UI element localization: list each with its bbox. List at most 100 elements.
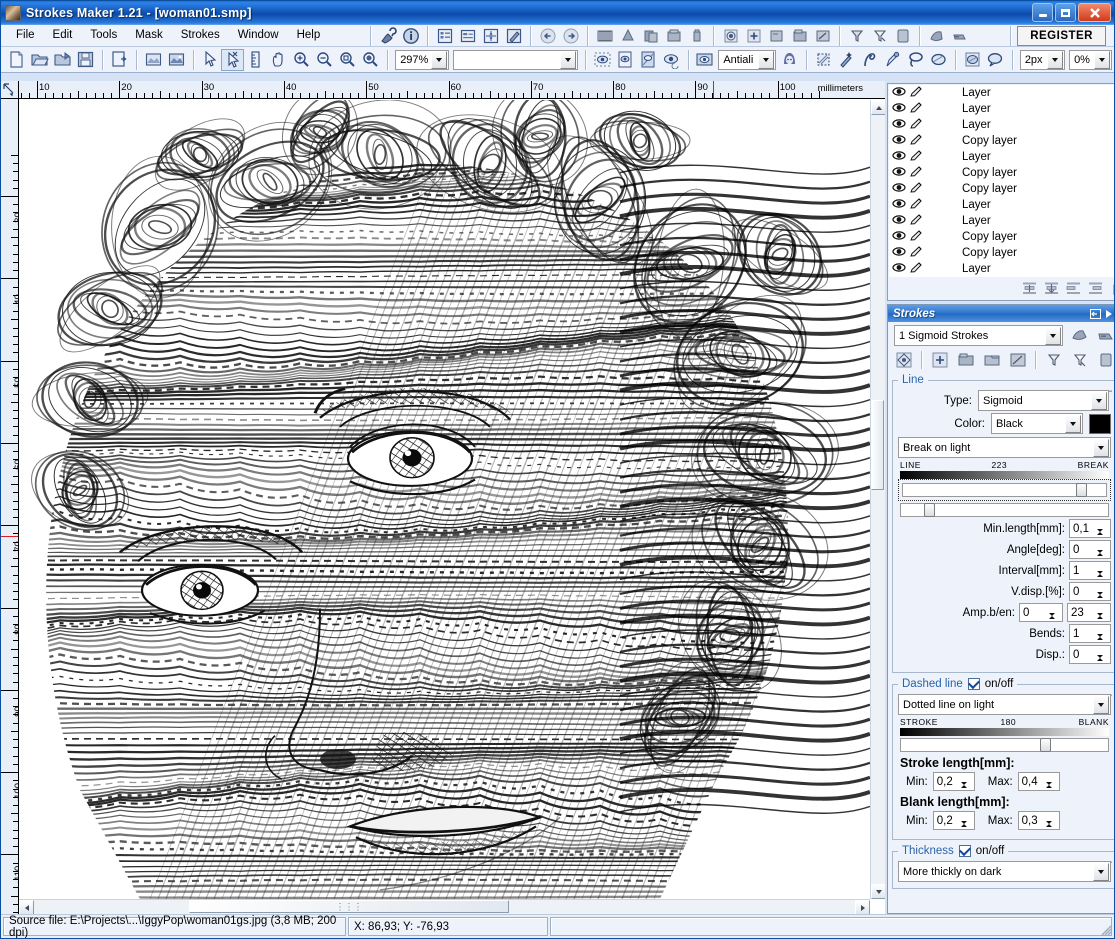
menu-strokes[interactable]: Strokes — [172, 26, 229, 45]
dashed-mode-combo[interactable]: Dotted line on light — [898, 694, 1111, 715]
disp-down[interactable] — [1097, 655, 1110, 670]
amp-b-en-spinner[interactable]: 0 — [1019, 603, 1063, 628]
stroke-min-spinner[interactable]: 0,2 — [932, 772, 975, 797]
layer-edit-toggle[interactable] — [909, 197, 926, 213]
align-top-icon-button[interactable] — [1019, 279, 1039, 298]
layer-row[interactable]: Layer — [889, 101, 1114, 117]
chevron-down-icon[interactable] — [1093, 862, 1109, 881]
curl-tool-icon-button[interactable] — [858, 49, 881, 71]
preview-region-icon-button[interactable] — [591, 49, 614, 71]
dashed-onoff-checkbox[interactable] — [967, 678, 980, 690]
layer-row[interactable]: Copy layer — [889, 229, 1114, 245]
disc-icon-button[interactable] — [961, 49, 984, 71]
edit-image-icon-button[interactable] — [502, 25, 525, 47]
layer-edit-toggle[interactable] — [909, 165, 926, 181]
interval-mm-spinner[interactable]: 1 — [1069, 561, 1111, 586]
amp-b-en-2-spinner[interactable]: 23 — [1067, 603, 1111, 628]
measure-icon-button[interactable] — [244, 49, 267, 71]
zoom-fit-icon-button[interactable] — [336, 49, 359, 71]
zoom-out-icon-button[interactable] — [313, 49, 336, 71]
line-slider-2-thumb[interactable] — [923, 503, 935, 517]
bends-spinner[interactable]: 1 — [1069, 624, 1111, 649]
pen-width-combo[interactable]: 2px — [1019, 49, 1066, 70]
stroke-preset-combo[interactable]: 1 Sigmoid Strokes — [894, 325, 1063, 346]
layer-edit-toggle[interactable] — [909, 213, 926, 229]
color-swatch[interactable] — [1089, 413, 1111, 434]
hatch-icon-button[interactable] — [593, 25, 616, 47]
duplicate-icon-button[interactable] — [616, 25, 639, 47]
save-icon-button[interactable] — [74, 49, 97, 71]
menu-help[interactable]: Help — [288, 26, 330, 45]
menu-file[interactable]: File — [7, 26, 44, 45]
ungroup-icon-button[interactable] — [811, 25, 834, 47]
layer-visibility-toggle[interactable] — [892, 181, 909, 197]
funnel-icon-button[interactable] — [1042, 349, 1065, 370]
merge-icon-button[interactable] — [1085, 279, 1105, 298]
antialias-icon-button[interactable] — [693, 49, 716, 71]
line-mode-combo[interactable]: Break on light — [898, 437, 1111, 458]
forward-icon-button[interactable] — [559, 25, 582, 47]
shape-icon-button[interactable] — [925, 25, 948, 47]
line-slider-1[interactable] — [902, 483, 1107, 497]
line-slider-2[interactable] — [900, 503, 1109, 517]
new-icon-button[interactable] — [5, 49, 28, 71]
layer-visibility-toggle[interactable] — [892, 117, 909, 133]
zoom-actual-icon-button[interactable] — [359, 49, 382, 71]
thickness-onoff-checkbox[interactable] — [958, 845, 971, 857]
layer-edit-toggle[interactable] — [909, 85, 926, 101]
blob-icon-button[interactable] — [984, 49, 1007, 71]
properties-icon-button[interactable] — [456, 25, 479, 47]
layer-visibility-toggle[interactable] — [892, 149, 909, 165]
chevron-down-icon[interactable] — [1045, 326, 1061, 345]
add-folder-icon-button[interactable] — [954, 349, 977, 370]
horizontal-ruler[interactable]: 10 20 30 40 50 60 70 80 90 100 millimeters — [19, 81, 885, 99]
layer-row[interactable]: Copy layer — [889, 133, 1114, 149]
dashed-slider[interactable] — [900, 738, 1109, 752]
chevron-down-icon[interactable] — [1047, 50, 1064, 69]
blank-min-spinner[interactable]: 0,2 — [932, 811, 975, 836]
layer-edit-toggle[interactable] — [909, 245, 926, 261]
line-slider-1-thumb[interactable] — [1075, 483, 1087, 497]
delete-icon-button[interactable] — [685, 25, 708, 47]
blank-max-down[interactable] — [1045, 821, 1059, 836]
copy-icon-button[interactable] — [639, 25, 662, 47]
vertical-scroll-thumb[interactable] — [871, 400, 884, 490]
layer-visibility-toggle[interactable] — [892, 261, 909, 277]
export-preset-icon-button[interactable] — [1094, 325, 1114, 346]
layer-visibility-toggle[interactable] — [892, 213, 909, 229]
angle-deg-spinner[interactable]: 0 — [1069, 540, 1111, 565]
open-icon-button[interactable] — [28, 49, 51, 71]
chevron-down-icon[interactable] — [559, 50, 576, 69]
layer-edit-toggle[interactable] — [909, 117, 926, 133]
image-in-icon-button[interactable] — [142, 49, 165, 71]
funnel-icon-button[interactable] — [845, 25, 868, 47]
group-icon-button[interactable] — [788, 25, 811, 47]
antialias-combo[interactable]: Antiali — [718, 49, 777, 70]
opacity-combo[interactable]: 0% — [1069, 49, 1112, 70]
align-bottom-icon-button[interactable] — [1063, 279, 1083, 298]
layer-edit-toggle[interactable] — [909, 181, 926, 197]
layer-row[interactable]: Layer — [889, 213, 1114, 229]
ellipse-tool-icon-button[interactable] — [927, 49, 950, 71]
register-button[interactable]: REGISTER — [1017, 25, 1106, 46]
scroll-down-button[interactable] — [871, 884, 886, 899]
paste-folder-icon-button[interactable] — [662, 25, 685, 47]
hatch-tool-icon-button[interactable] — [812, 49, 835, 71]
preview-page-icon-button[interactable] — [614, 49, 637, 71]
thickness-mode-combo[interactable]: More thickly on dark — [898, 861, 1111, 882]
layer-visibility-toggle[interactable] — [892, 85, 909, 101]
funnel-alt-icon-button[interactable] — [1068, 349, 1091, 370]
add-node-icon-button[interactable] — [742, 25, 765, 47]
min-length-mm-spinner[interactable]: 0,1 — [1069, 519, 1111, 544]
dropper-tool-icon-button[interactable] — [881, 49, 904, 71]
layer-row[interactable]: Layer — [889, 117, 1114, 133]
menu-window[interactable]: Window — [229, 26, 288, 45]
minimize-button[interactable] — [1032, 3, 1053, 22]
target-icon-button[interactable] — [892, 349, 915, 370]
scroll-right-button[interactable] — [855, 900, 870, 915]
stroke-max-spinner[interactable]: 0,4 — [1017, 772, 1060, 797]
layer-row[interactable]: Layer — [889, 149, 1114, 165]
layer-row[interactable]: Layer — [889, 261, 1114, 277]
chevron-down-icon[interactable] — [1093, 438, 1109, 457]
wand-tool-icon-button[interactable] — [835, 49, 858, 71]
